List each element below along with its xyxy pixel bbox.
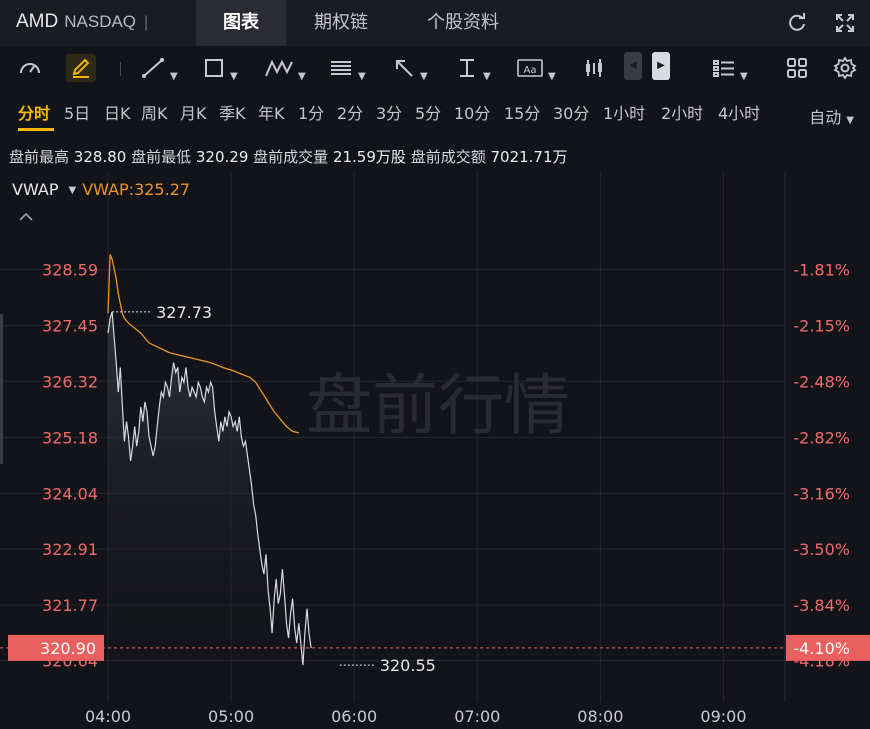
premarket-stats: 盘前最高 328.80 盘前最低 320.29 盘前成交量 21.59万股 盘前… <box>9 146 568 167</box>
price-axis: 328.59 327.45 326.32 325.18 324.04 322.91 321.… <box>42 261 98 671</box>
percent-tick-label: -2.82% <box>793 428 850 447</box>
indicator-name[interactable]: VWAP <box>12 180 58 199</box>
percent-tick-label: -3.50% <box>793 540 850 559</box>
amount-value: 7021.71万 <box>490 148 568 166</box>
low-marker-label: 320.55 <box>380 656 436 675</box>
percent-tick-label: -2.48% <box>793 372 850 391</box>
high-value: 328.80 <box>73 148 127 166</box>
time-axis: 04:00 05:00 06:00 07:00 08:00 09:00 <box>85 707 747 726</box>
percent-axis: -1.81% -2.15% -2.48% -2.82% -3.16% -3.50% -3.8… <box>793 261 850 671</box>
time-tick-label: 04:00 <box>85 707 131 726</box>
volume-label: 盘前成交量 <box>253 148 329 166</box>
price-tick-label: 328.59 <box>42 261 98 280</box>
amount-label: 盘前成交额 <box>410 148 486 166</box>
price-tick-label: 326.32 <box>42 372 98 391</box>
time-tick-label: 05:00 <box>208 707 254 726</box>
price-tick-label: 327.45 <box>42 317 98 336</box>
low-label: 盘前最低 <box>131 148 192 166</box>
left-scroll-handle[interactable] <box>0 314 3 464</box>
price-tick-label: 321.77 <box>42 596 98 615</box>
watermark: 盘前行情 <box>306 367 570 444</box>
collapse-icon[interactable] <box>18 210 34 226</box>
time-tick-label: 08:00 <box>577 707 623 726</box>
high-label: 盘前最高 <box>9 148 70 166</box>
percent-tick-label: -3.16% <box>793 484 850 503</box>
intraday-chart[interactable]: 盘前行情 328.59 327.45 326.32 325.18 324.04 322.9… <box>0 0 870 729</box>
high-marker-label: 327.73 <box>156 303 212 322</box>
low-value: 320.29 <box>195 148 249 166</box>
percent-tick-label: -2.15% <box>793 317 850 336</box>
vwap-value: VWAP:325.27 <box>82 180 191 199</box>
volume-value: 21.59万股 <box>332 148 406 166</box>
current-percent-value: -4.10% <box>793 639 850 658</box>
price-tick-label: 324.04 <box>42 484 98 503</box>
current-price-value: 320.90 <box>40 639 96 658</box>
indicator-row: VWAP ▼ VWAP:325.27 <box>12 180 190 199</box>
time-tick-label: 09:00 <box>700 707 746 726</box>
percent-tick-label: -1.81% <box>793 261 850 280</box>
time-tick-label: 06:00 <box>331 707 377 726</box>
price-area-fill <box>108 311 312 702</box>
chevron-down-icon[interactable]: ▼ <box>68 185 76 196</box>
time-tick-label: 07:00 <box>454 707 500 726</box>
price-tick-label: 322.91 <box>42 540 98 559</box>
percent-tick-label: -3.84% <box>793 596 850 615</box>
price-tick-label: 325.18 <box>42 428 98 447</box>
